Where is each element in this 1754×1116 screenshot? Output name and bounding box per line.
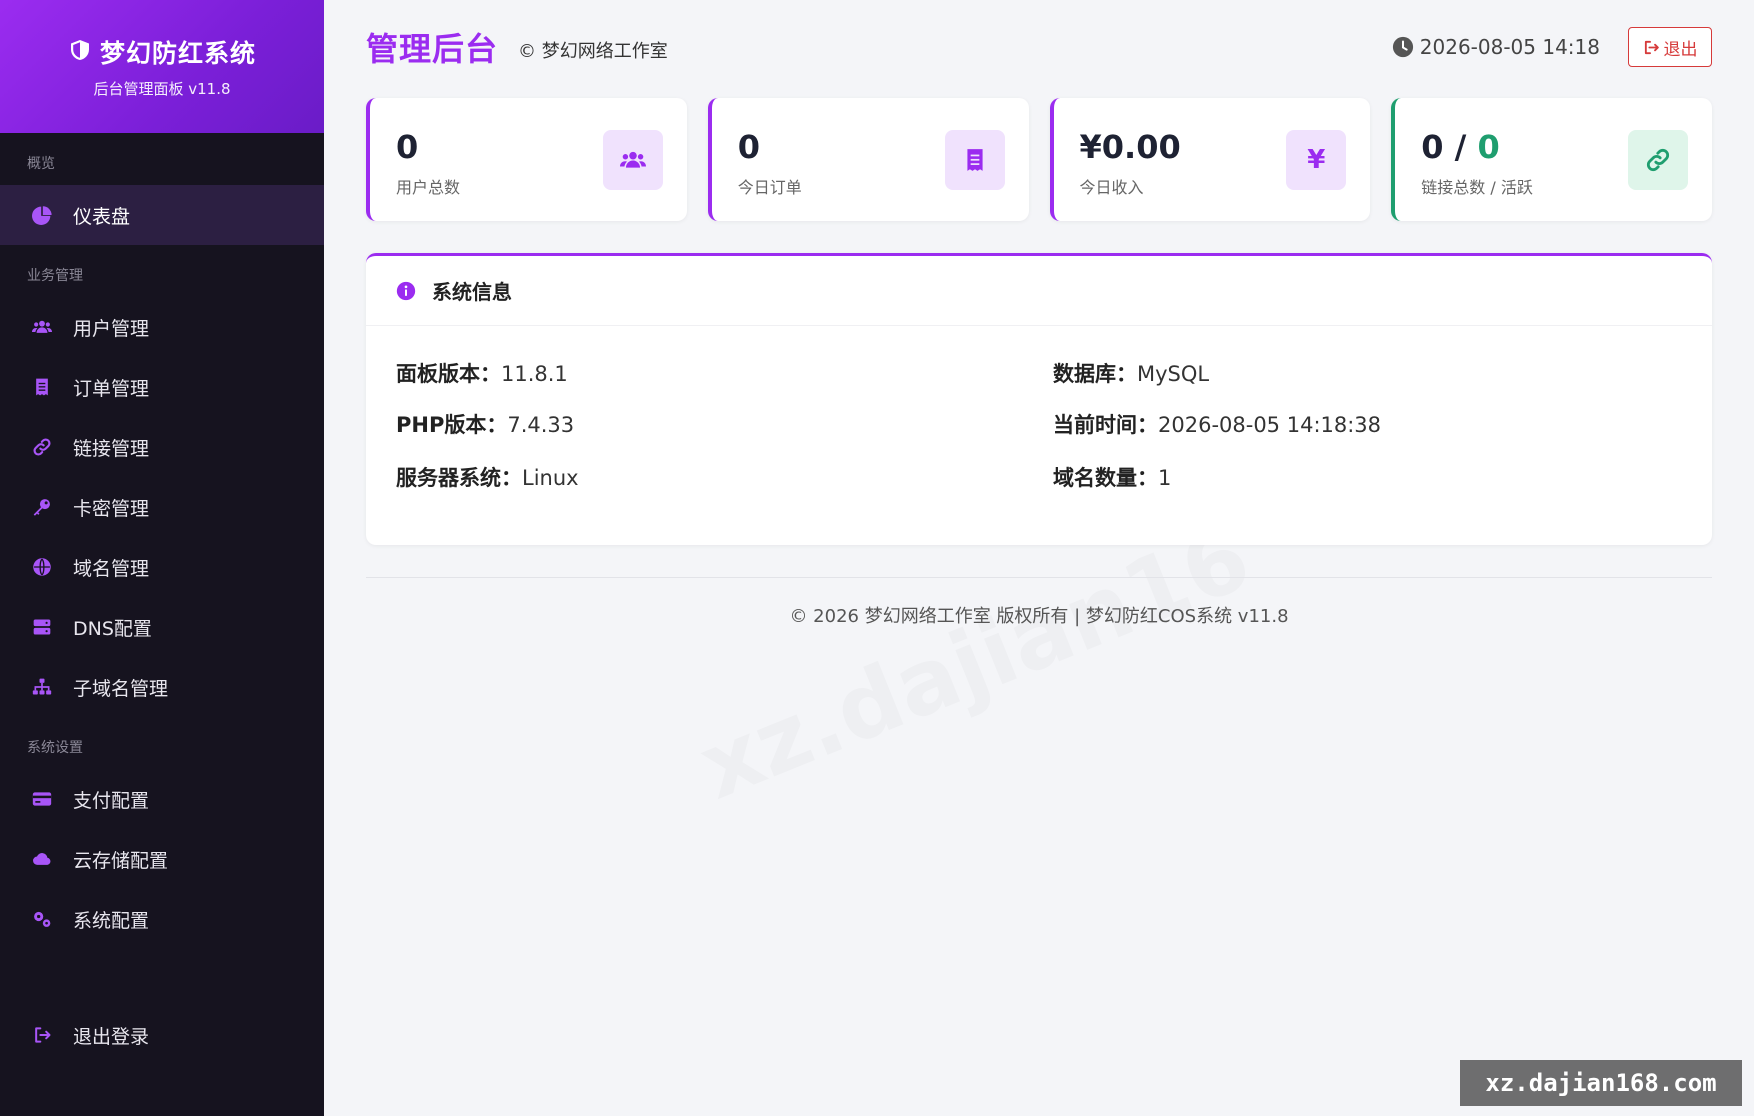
sidebar-item-system[interactable]: 系统配置 — [0, 889, 324, 949]
info-label: 域名数量： — [1053, 466, 1158, 490]
sidebar-item-logout[interactable]: 退出登录 — [0, 1005, 324, 1065]
brand-subtitle: 后台管理面板 v11.8 — [93, 80, 231, 98]
link-icon — [31, 436, 53, 458]
sidebar-item-label: 云存储配置 — [73, 849, 169, 872]
yen-glyph: ¥ — [1307, 145, 1326, 175]
sidebar-item-users[interactable]: 用户管理 — [0, 297, 324, 357]
link-icon — [1628, 130, 1688, 190]
page-header: 管理后台 © 梦幻网络工作室 2026-08-05 14:18 退出 — [366, 22, 1712, 72]
stat-card-income: ¥0.00 今日收入 ¥ — [1049, 98, 1371, 221]
stats-row: 0 用户总数 0 今日订单 ¥0.00 今日收入 ¥ 0 / 0 链接总数 / … — [366, 98, 1712, 221]
info-value: Linux — [522, 466, 579, 490]
sitemap-icon — [31, 676, 53, 698]
info-panel-version: 面板版本：11.8.1 — [396, 358, 568, 388]
info-current-time: 当前时间：2026-08-05 14:18:38 — [1053, 409, 1381, 439]
sidebar-item-label: 链接管理 — [73, 437, 150, 460]
sidebar-item-dashboard[interactable]: 仪表盘 — [0, 185, 324, 245]
sidebar-item-subdomains[interactable]: 子域名管理 — [0, 657, 324, 717]
sidebar-item-orders[interactable]: 订单管理 — [0, 357, 324, 417]
info-label: 服务器系统： — [396, 466, 522, 490]
nav-section-business: 业务管理 — [27, 268, 83, 284]
receipt-icon — [31, 376, 53, 398]
stat-card-links: 0 / 0 链接总数 / 活跃 — [1391, 98, 1712, 221]
sidebar-item-payment[interactable]: 支付配置 — [0, 769, 324, 829]
links-active: 0 — [1477, 128, 1500, 166]
sidebar-item-cards[interactable]: 卡密管理 — [0, 477, 324, 537]
users-icon — [602, 130, 663, 190]
sidebar-item-label: 支付配置 — [73, 789, 150, 812]
page-subtitle: © 梦幻网络工作室 — [518, 41, 668, 62]
sign-out-icon — [31, 1024, 53, 1046]
server-icon — [31, 616, 53, 638]
background-watermark: xz.dajian16 — [686, 505, 1265, 820]
yen-icon: ¥ — [1286, 130, 1347, 190]
footer-divider — [366, 577, 1712, 578]
sidebar-item-dns[interactable]: DNS配置 — [0, 597, 324, 657]
links-total: 0 — [1421, 128, 1444, 166]
receipt-icon — [944, 130, 1005, 190]
users-icon — [31, 316, 53, 338]
nav-section-overview: 概览 — [27, 156, 55, 172]
logout-button-label: 退出 — [1663, 39, 1698, 60]
info-domain-count: 域名数量：1 — [1053, 462, 1171, 492]
system-info-title: 系统信息 — [432, 280, 512, 304]
sidebar-item-label: 系统配置 — [73, 909, 150, 932]
key-icon — [31, 496, 53, 518]
brand-row: 梦幻防红系统 — [68, 34, 256, 70]
info-value: 11.8.1 — [501, 362, 568, 386]
brand-header: 梦幻防红系统 后台管理面板 v11.8 — [0, 0, 324, 133]
site-watermark: xz.dajian168.com — [1460, 1060, 1742, 1106]
pie-chart-icon — [31, 204, 53, 226]
info-value: 1 — [1158, 466, 1172, 490]
page-title: 管理后台 — [366, 30, 499, 68]
sidebar-item-storage[interactable]: 云存储配置 — [0, 829, 324, 889]
stat-card-orders: 0 今日订单 — [707, 98, 1029, 221]
info-circle-icon — [396, 281, 416, 300]
current-datetime: 2026-08-05 14:18 — [1392, 35, 1600, 59]
sidebar-item-label: 域名管理 — [73, 557, 150, 580]
info-value: 7.4.33 — [507, 413, 575, 437]
stat-card-users: 0 用户总数 — [366, 98, 687, 221]
shield-icon — [68, 38, 92, 66]
info-value: 2026-08-05 14:18:38 — [1158, 413, 1382, 437]
sidebar: 梦幻防红系统 后台管理面板 v11.8 概览 仪表盘 业务管理 用户管理 订单管… — [0, 0, 324, 1116]
cloud-icon — [31, 848, 53, 870]
nav-section-settings: 系统设置 — [27, 740, 83, 756]
sidebar-item-label: 订单管理 — [73, 377, 150, 400]
info-php-version: PHP版本：7.4.33 — [396, 409, 574, 439]
sidebar-item-label: 退出登录 — [73, 1025, 150, 1048]
gears-icon — [31, 908, 53, 930]
sidebar-item-label: 用户管理 — [73, 317, 150, 340]
system-info-card: 系统信息 面板版本：11.8.1 PHP版本：7.4.33 服务器系统：Linu… — [366, 253, 1712, 545]
info-label: 当前时间： — [1053, 413, 1158, 437]
info-label: 数据库： — [1053, 362, 1137, 386]
globe-icon — [31, 556, 53, 578]
sidebar-item-label: DNS配置 — [73, 617, 152, 640]
sidebar-item-domains[interactable]: 域名管理 — [0, 537, 324, 597]
header-right: 2026-08-05 14:18 退出 — [1392, 27, 1712, 67]
sidebar-item-links[interactable]: 链接管理 — [0, 417, 324, 477]
sidebar-item-label: 卡密管理 — [73, 497, 150, 520]
main-content: xz.dajian16 管理后台 © 梦幻网络工作室 2026-08-05 14… — [324, 0, 1754, 1116]
info-label: 面板版本： — [396, 362, 501, 386]
info-value: MySQL — [1137, 362, 1210, 386]
info-database: 数据库：MySQL — [1053, 358, 1209, 388]
links-separator: / — [1443, 128, 1478, 166]
logout-button[interactable]: 退出 — [1628, 27, 1712, 67]
sidebar-item-label: 子域名管理 — [73, 677, 169, 700]
clock-icon — [1392, 36, 1413, 58]
footer: © 2026 梦幻网络工作室 版权所有 | 梦幻防红COS系统 v11.8 — [789, 606, 1289, 627]
info-os: 服务器系统：Linux — [396, 462, 579, 492]
sign-out-icon — [1644, 40, 1659, 54]
credit-card-icon — [31, 788, 53, 810]
datetime-text: 2026-08-05 14:18 — [1419, 35, 1600, 59]
sidebar-item-label: 仪表盘 — [73, 205, 131, 228]
system-info-header: 系统信息 — [366, 256, 1712, 326]
brand-title: 梦幻防红系统 — [99, 39, 256, 68]
info-label: PHP版本： — [396, 413, 508, 437]
